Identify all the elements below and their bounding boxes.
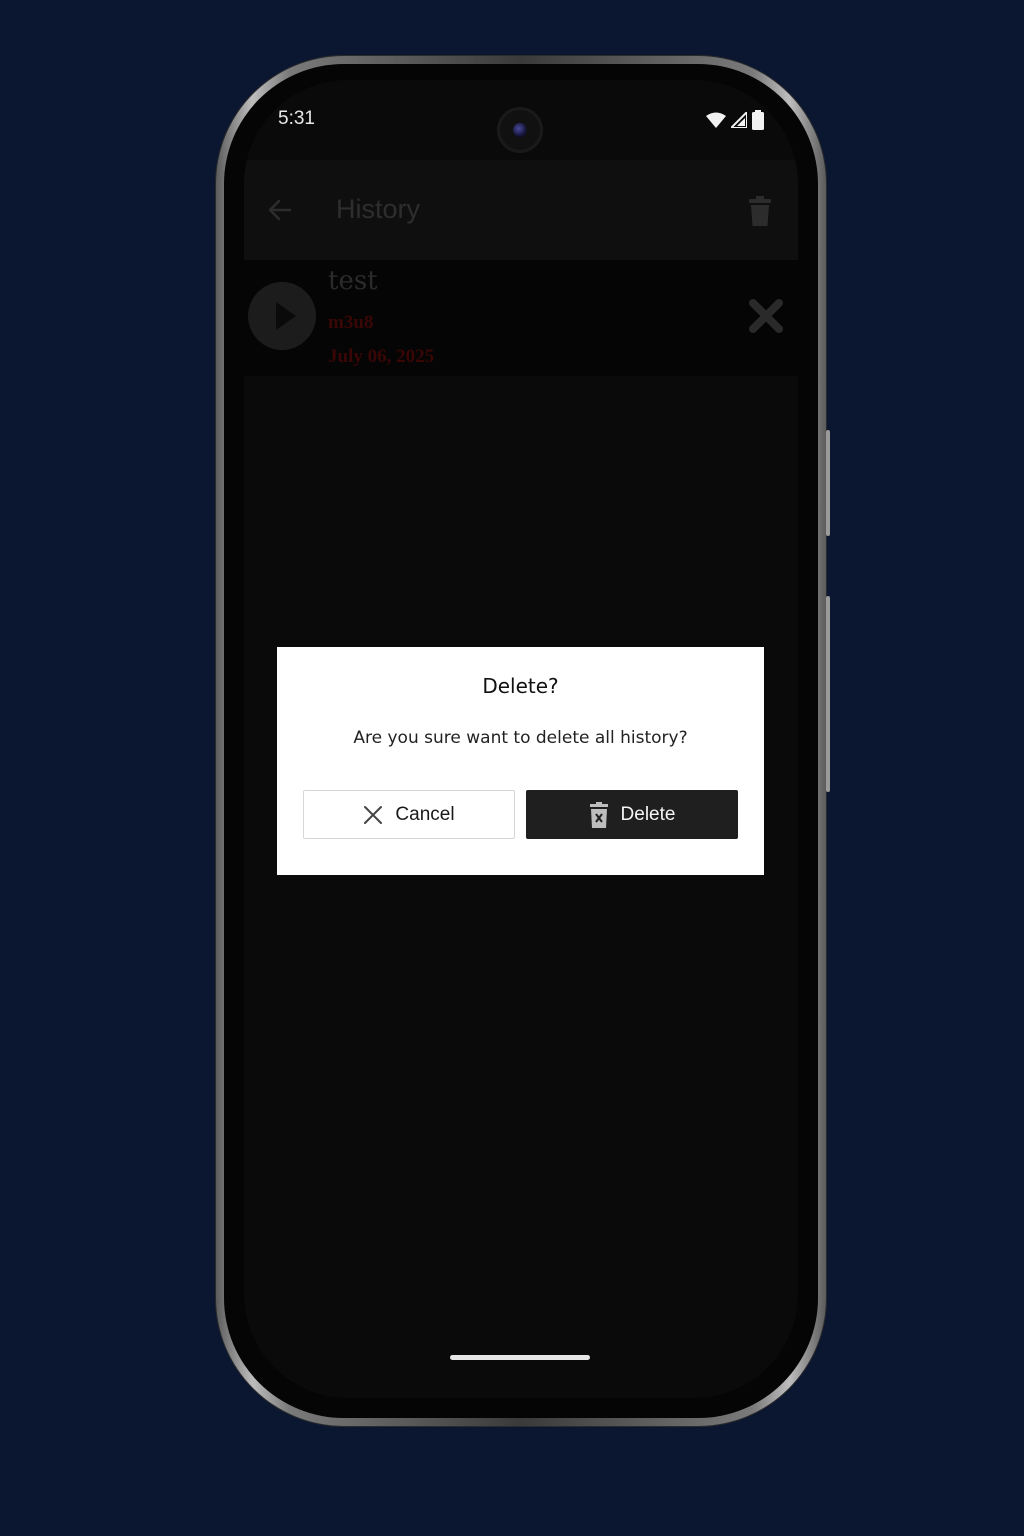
wifi-icon	[706, 112, 726, 128]
dialog-message: Are you sure want to delete all history?	[353, 728, 688, 748]
signal-icon	[731, 112, 747, 128]
history-item-title: test	[328, 266, 378, 296]
delete-button[interactable]: Delete	[526, 790, 738, 839]
stage: 5:31 History test m3u8 July 06, 2025 Del…	[0, 0, 1024, 1536]
delete-icon	[589, 801, 608, 828]
play-icon[interactable]	[248, 280, 316, 352]
app-bar: History	[244, 160, 798, 260]
volume-button	[826, 430, 830, 536]
status-time: 5:31	[278, 108, 315, 129]
status-icons	[706, 110, 764, 130]
history-item-date: July 06, 2025	[328, 346, 435, 367]
delete-button-label: Delete	[620, 803, 676, 825]
battery-icon	[752, 110, 764, 130]
history-list-item[interactable]: test m3u8 July 06, 2025	[244, 260, 798, 376]
home-indicator[interactable]	[450, 1355, 590, 1360]
cancel-button[interactable]: Cancel	[303, 790, 515, 839]
power-button	[826, 596, 830, 792]
front-camera	[500, 110, 540, 150]
arrow-left-icon[interactable]	[266, 196, 294, 224]
remove-item-icon[interactable]	[748, 298, 784, 334]
dialog-title: Delete?	[482, 674, 559, 698]
delete-confirm-dialog: Delete? Are you sure want to delete all …	[277, 647, 764, 875]
cancel-button-label: Cancel	[395, 803, 455, 825]
page-title: History	[336, 194, 421, 224]
history-item-format: m3u8	[328, 312, 374, 333]
trash-icon[interactable]	[748, 196, 772, 226]
status-bar: 5:31	[244, 80, 798, 160]
close-icon	[364, 805, 383, 824]
